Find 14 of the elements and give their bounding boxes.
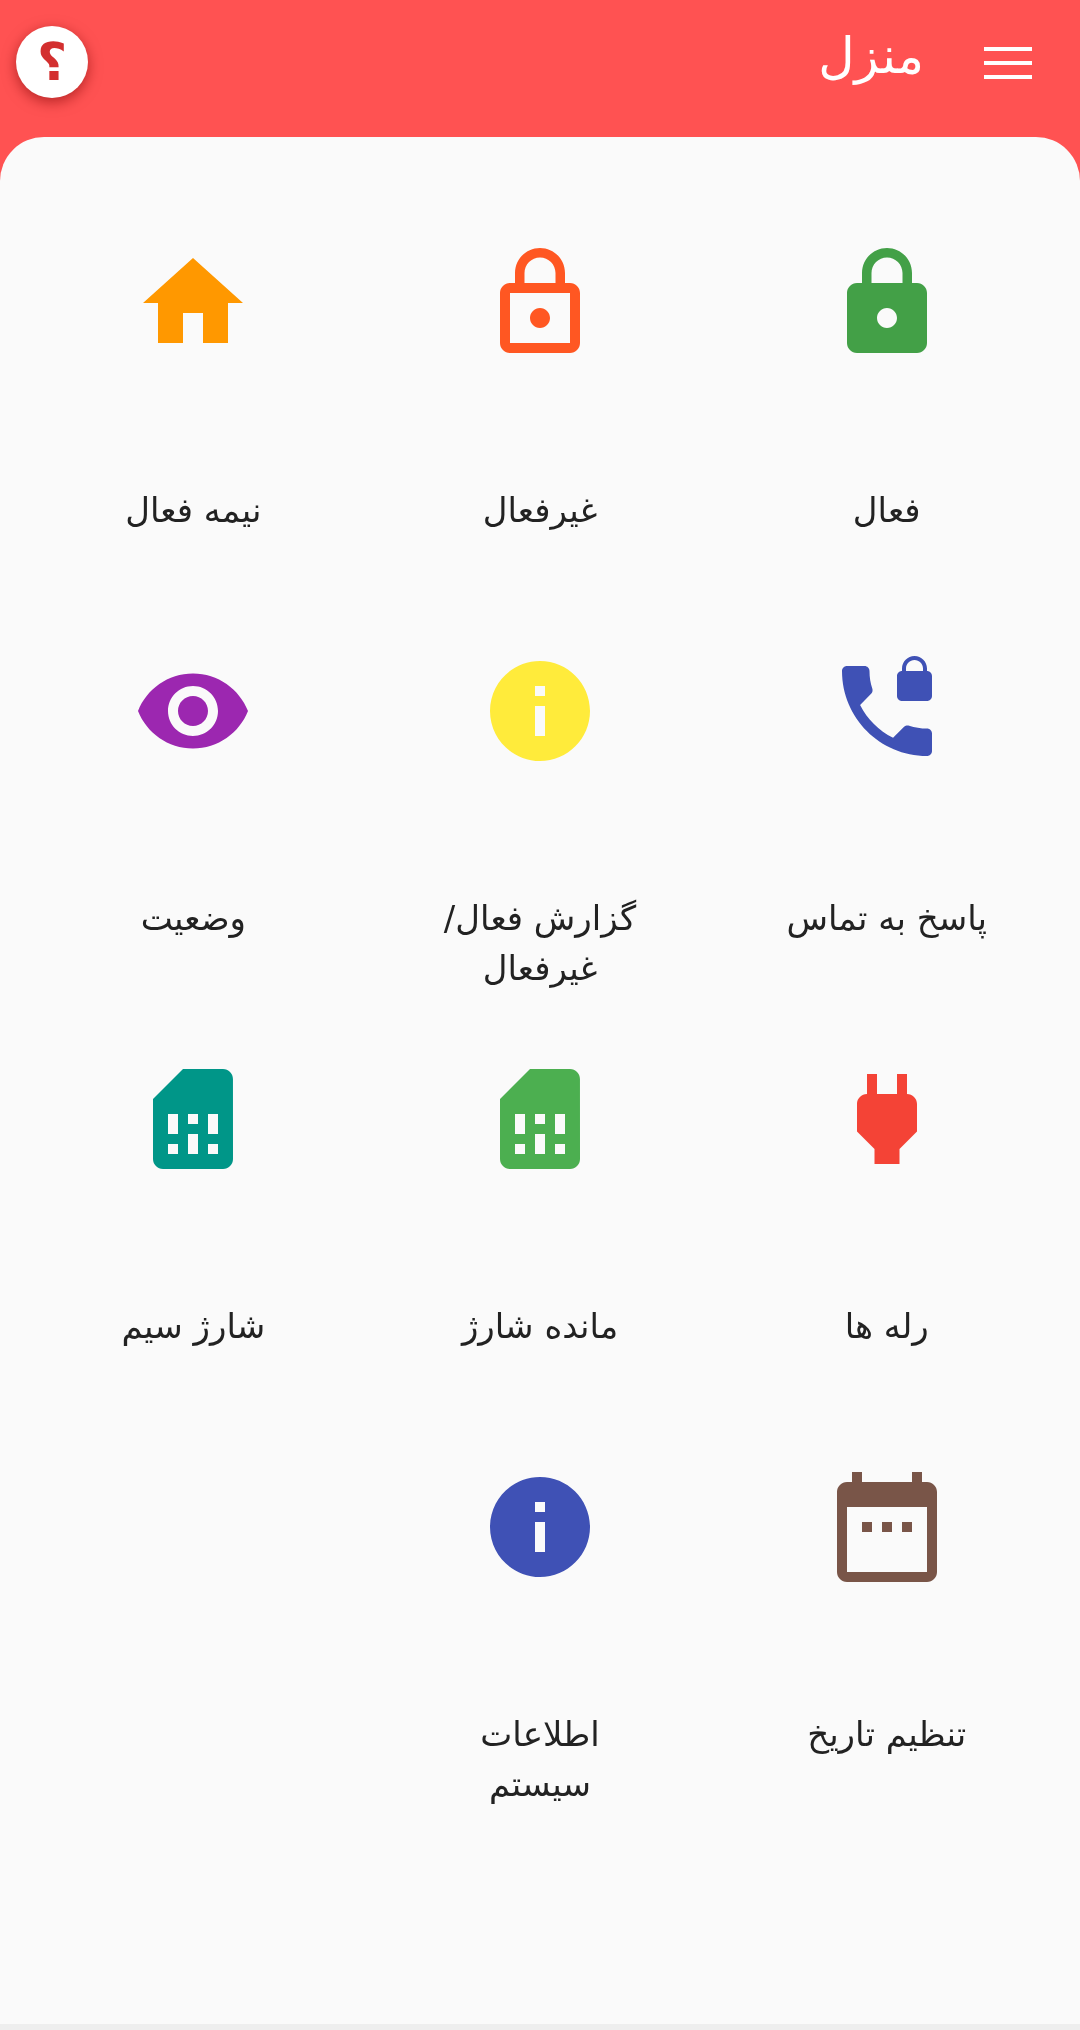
menu-item-label[interactable]: پاسخ به تماس xyxy=(786,893,987,943)
page-title: منزل xyxy=(818,26,924,87)
menu-item-label[interactable]: شارژ سیم xyxy=(121,1301,266,1351)
menu-item-label[interactable]: نیمه فعال xyxy=(125,485,262,535)
help-button[interactable]: ؟ xyxy=(16,26,88,98)
menu-item-label[interactable]: رله ها xyxy=(844,1301,929,1351)
menu-item-label[interactable]: فعال xyxy=(852,485,921,535)
menu-item-label[interactable]: مانده شارژ xyxy=(461,1301,619,1351)
menu-item-label[interactable]: وضعیت xyxy=(140,893,246,943)
menu-icon[interactable] xyxy=(984,47,1032,79)
menu-item-label[interactable]: تنظیم تاریخ xyxy=(807,1709,967,1759)
menu-item-label[interactable]: غیرفعال xyxy=(482,485,598,535)
menu-item-label[interactable]: گزارش فعال/ غیرفعال xyxy=(425,893,655,993)
menu-item-label[interactable]: اطلاعات سیستم xyxy=(425,1709,655,1809)
